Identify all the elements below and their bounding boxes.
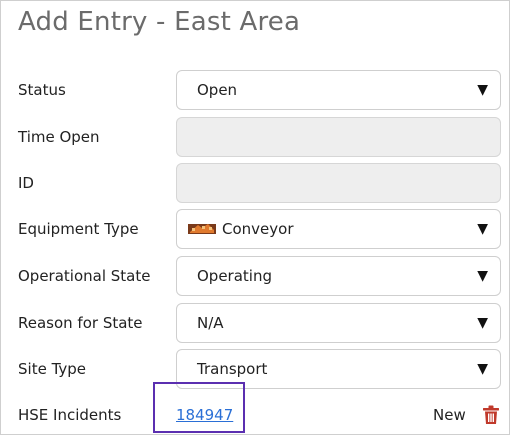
site-type-row: Site Type Transport ▼: [1, 349, 510, 389]
operational-state-row: Operational State Operating ▼: [1, 256, 510, 296]
reason-for-state-label: Reason for State: [18, 314, 143, 332]
status-label: Status: [18, 81, 66, 99]
chevron-down-icon: ▼: [477, 221, 488, 237]
site-type-value: Transport: [197, 360, 268, 378]
reason-for-state-select[interactable]: N/A ▼: [176, 303, 501, 343]
chevron-down-icon: ▼: [477, 82, 488, 98]
chevron-down-icon: ▼: [477, 268, 488, 284]
page-title: Add Entry - East Area: [18, 7, 301, 37]
reason-for-state-row: Reason for State N/A ▼: [1, 303, 510, 343]
status-row: Status Open ▼: [1, 70, 510, 110]
equipment-type-select[interactable]: Conveyor ▼: [176, 209, 501, 249]
equipment-type-row: Equipment Type Conveyor ▼: [1, 209, 510, 249]
time-open-row: Time Open: [1, 117, 510, 157]
time-open-field: [176, 117, 501, 157]
status-select[interactable]: Open ▼: [176, 70, 501, 110]
hse-link-highlight-box: [153, 382, 245, 433]
status-value: Open: [197, 81, 238, 99]
add-entry-panel: Add Entry - East Area Status Open ▼ Time…: [0, 0, 510, 435]
chevron-down-icon: ▼: [477, 315, 488, 331]
time-open-label: Time Open: [18, 128, 100, 146]
new-incident-button[interactable]: New: [433, 406, 466, 424]
hse-incidents-label: HSE Incidents: [18, 406, 122, 424]
conveyor-icon: [188, 224, 216, 234]
operational-state-label: Operational State: [18, 267, 151, 285]
id-row: ID: [1, 163, 510, 203]
operational-state-select[interactable]: Operating ▼: [176, 256, 501, 296]
trash-icon[interactable]: [482, 405, 500, 425]
id-field: [176, 163, 501, 203]
reason-for-state-value: N/A: [197, 314, 224, 332]
operational-state-value: Operating: [197, 267, 272, 285]
equipment-type-label: Equipment Type: [18, 220, 139, 238]
id-label: ID: [18, 174, 34, 192]
chevron-down-icon: ▼: [477, 361, 488, 377]
site-type-label: Site Type: [18, 360, 87, 378]
equipment-type-value: Conveyor: [222, 220, 294, 238]
hse-incidents-row: HSE Incidents 184947 New: [1, 395, 510, 435]
